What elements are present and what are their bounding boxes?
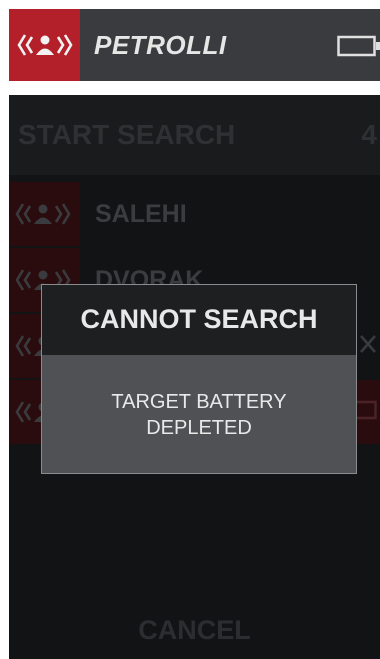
target-count: 4 <box>361 119 377 150</box>
target-name: SALEHI <box>95 200 187 228</box>
battery-empty-icon <box>337 35 380 62</box>
header-bar: PETROLLI <box>9 9 380 81</box>
dialog-header: CANNOT SEARCH <box>42 285 356 355</box>
start-search-button[interactable]: START SEARCH 4 <box>9 95 380 175</box>
dialog-message: TARGET BATTERY DEPLETED <box>111 391 287 439</box>
start-search-label: START SEARCH <box>18 119 236 150</box>
close-icon <box>358 332 378 361</box>
person-signal-icon <box>9 182 80 246</box>
cancel-button[interactable]: CANCEL <box>9 605 380 659</box>
page-title: PETROLLI <box>94 30 227 60</box>
error-dialog: CANNOT SEARCH TARGET BATTERY DEPLETED <box>41 284 357 474</box>
list-item[interactable]: SALEHI <box>9 182 380 246</box>
battery-empty-icon <box>354 398 378 427</box>
dialog-title: CANNOT SEARCH <box>80 304 318 334</box>
person-signal-icon <box>9 9 80 81</box>
